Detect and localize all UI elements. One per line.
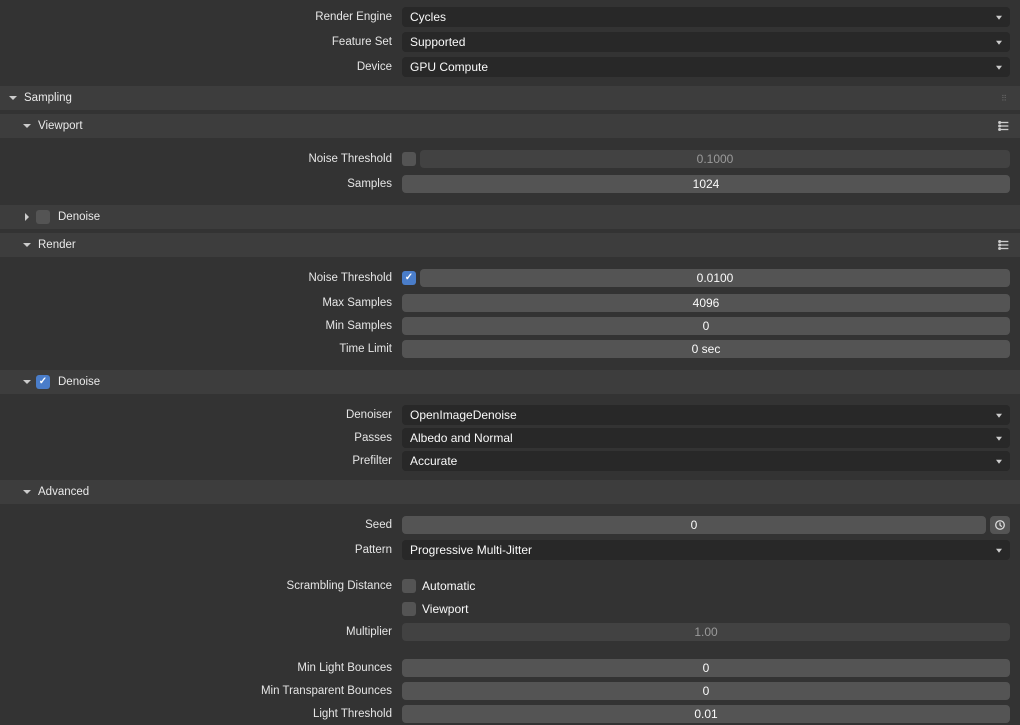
field-viewport-noise-threshold[interactable]: 0.1000 (420, 150, 1010, 168)
row-min-light-bounces: Min Light Bounces 0 (0, 657, 1020, 679)
row-render-engine: Render Engine Cycles (0, 6, 1020, 28)
field-max-samples[interactable]: 4096 (402, 294, 1010, 312)
subsection-render-denoise[interactable]: Denoise (0, 370, 1020, 394)
field-min-samples[interactable]: 0 (402, 317, 1010, 335)
row-viewport-noise-threshold: Noise Threshold 0.1000 (0, 148, 1020, 170)
subsection-title: Render (38, 239, 76, 251)
label-denoiser: Denoiser (0, 409, 402, 421)
field-viewport-samples[interactable]: 1024 (402, 175, 1010, 193)
row-multiplier: Multiplier 1.00 (0, 621, 1020, 643)
row-device: Device GPU Compute (0, 56, 1020, 78)
row-max-samples: Max Samples 4096 (0, 292, 1020, 314)
dropdown-denoiser[interactable]: OpenImageDenoise (402, 405, 1010, 425)
label-device: Device (0, 61, 402, 73)
chevron-down-icon (22, 121, 32, 131)
label-noise-threshold: Noise Threshold (0, 272, 402, 284)
label-multiplier: Multiplier (0, 626, 402, 638)
field-time-limit[interactable]: 0 sec (402, 340, 1010, 358)
clock-icon[interactable] (990, 516, 1010, 534)
chevron-down-icon (22, 377, 32, 387)
subsection-viewport[interactable]: Viewport (0, 114, 1020, 138)
chevron-right-icon (22, 212, 32, 222)
dropdown-feature-set[interactable]: Supported (402, 32, 1010, 52)
subsection-title: Denoise (58, 211, 100, 223)
preset-menu-icon[interactable] (996, 237, 1012, 253)
preset-menu-icon[interactable] (996, 118, 1012, 134)
label-passes: Passes (0, 432, 402, 444)
row-min-transparent-bounces: Min Transparent Bounces 0 (0, 680, 1020, 702)
row-feature-set: Feature Set Supported (0, 31, 1020, 53)
label-min-samples: Min Samples (0, 320, 402, 332)
label-feature-set: Feature Set (0, 36, 402, 48)
row-passes: Passes Albedo and Normal (0, 427, 1020, 449)
label-noise-threshold: Noise Threshold (0, 153, 402, 165)
checkbox-label: Automatic (422, 579, 475, 593)
render-properties-panel: Render Engine Cycles Feature Set Support… (0, 0, 1020, 725)
label-pattern: Pattern (0, 544, 402, 556)
subsection-advanced[interactable]: Advanced (0, 480, 1020, 504)
checkbox-scrambling-viewport[interactable] (402, 602, 416, 616)
checkbox-scrambling-automatic[interactable] (402, 579, 416, 593)
subsection-title: Advanced (38, 486, 89, 498)
subsection-title: Denoise (58, 376, 100, 388)
row-prefilter: Prefilter Accurate (0, 450, 1020, 472)
field-min-light[interactable]: 0 (402, 659, 1010, 677)
field-multiplier[interactable]: 1.00 (402, 623, 1010, 641)
section-sampling[interactable]: Sampling ⠿ (0, 86, 1020, 110)
checkbox-label: Viewport (422, 602, 468, 616)
section-title: Sampling (24, 92, 72, 104)
checkbox-viewport-noise-threshold[interactable] (402, 152, 416, 166)
row-viewport-samples: Samples 1024 (0, 173, 1020, 195)
dropdown-prefilter[interactable]: Accurate (402, 451, 1010, 471)
dropdown-device[interactable]: GPU Compute (402, 57, 1010, 77)
field-light-threshold[interactable]: 0.01 (402, 705, 1010, 723)
row-scrambling-automatic: Scrambling Distance Automatic (0, 575, 1020, 597)
dropdown-passes[interactable]: Albedo and Normal (402, 428, 1010, 448)
row-min-samples: Min Samples 0 (0, 315, 1020, 337)
checkbox-render-noise-threshold[interactable] (402, 271, 416, 285)
subsection-render[interactable]: Render (0, 233, 1020, 257)
field-seed[interactable]: 0 (402, 516, 986, 534)
label-seed: Seed (0, 519, 402, 531)
row-seed: Seed 0 (0, 514, 1020, 536)
row-denoiser: Denoiser OpenImageDenoise (0, 404, 1020, 426)
label-min-light: Min Light Bounces (0, 662, 402, 674)
row-time-limit: Time Limit 0 sec (0, 338, 1020, 360)
label-samples: Samples (0, 178, 402, 190)
label-render-engine: Render Engine (0, 11, 402, 23)
label-scrambling: Scrambling Distance (0, 580, 402, 592)
row-render-noise-threshold: Noise Threshold 0.0100 (0, 267, 1020, 289)
row-light-threshold: Light Threshold 0.01 (0, 703, 1020, 725)
chevron-down-icon (8, 93, 18, 103)
row-pattern: Pattern Progressive Multi-Jitter (0, 539, 1020, 561)
checkbox-render-denoise[interactable] (36, 375, 50, 389)
label-max-samples: Max Samples (0, 297, 402, 309)
subsection-title: Viewport (38, 120, 83, 132)
subsection-viewport-denoise[interactable]: Denoise (0, 205, 1020, 229)
checkbox-viewport-denoise[interactable] (36, 210, 50, 224)
chevron-down-icon (22, 240, 32, 250)
dropdown-render-engine[interactable]: Cycles (402, 7, 1010, 27)
row-scrambling-viewport: Viewport (0, 598, 1020, 620)
label-light-threshold: Light Threshold (0, 708, 402, 720)
label-time-limit: Time Limit (0, 343, 402, 355)
chevron-down-icon (22, 487, 32, 497)
label-min-transparent: Min Transparent Bounces (0, 685, 402, 697)
field-render-noise-threshold[interactable]: 0.0100 (420, 269, 1010, 287)
grip-icon: ⠿ (1001, 94, 1012, 103)
field-min-transparent[interactable]: 0 (402, 682, 1010, 700)
dropdown-pattern[interactable]: Progressive Multi-Jitter (402, 540, 1010, 560)
label-prefilter: Prefilter (0, 455, 402, 467)
